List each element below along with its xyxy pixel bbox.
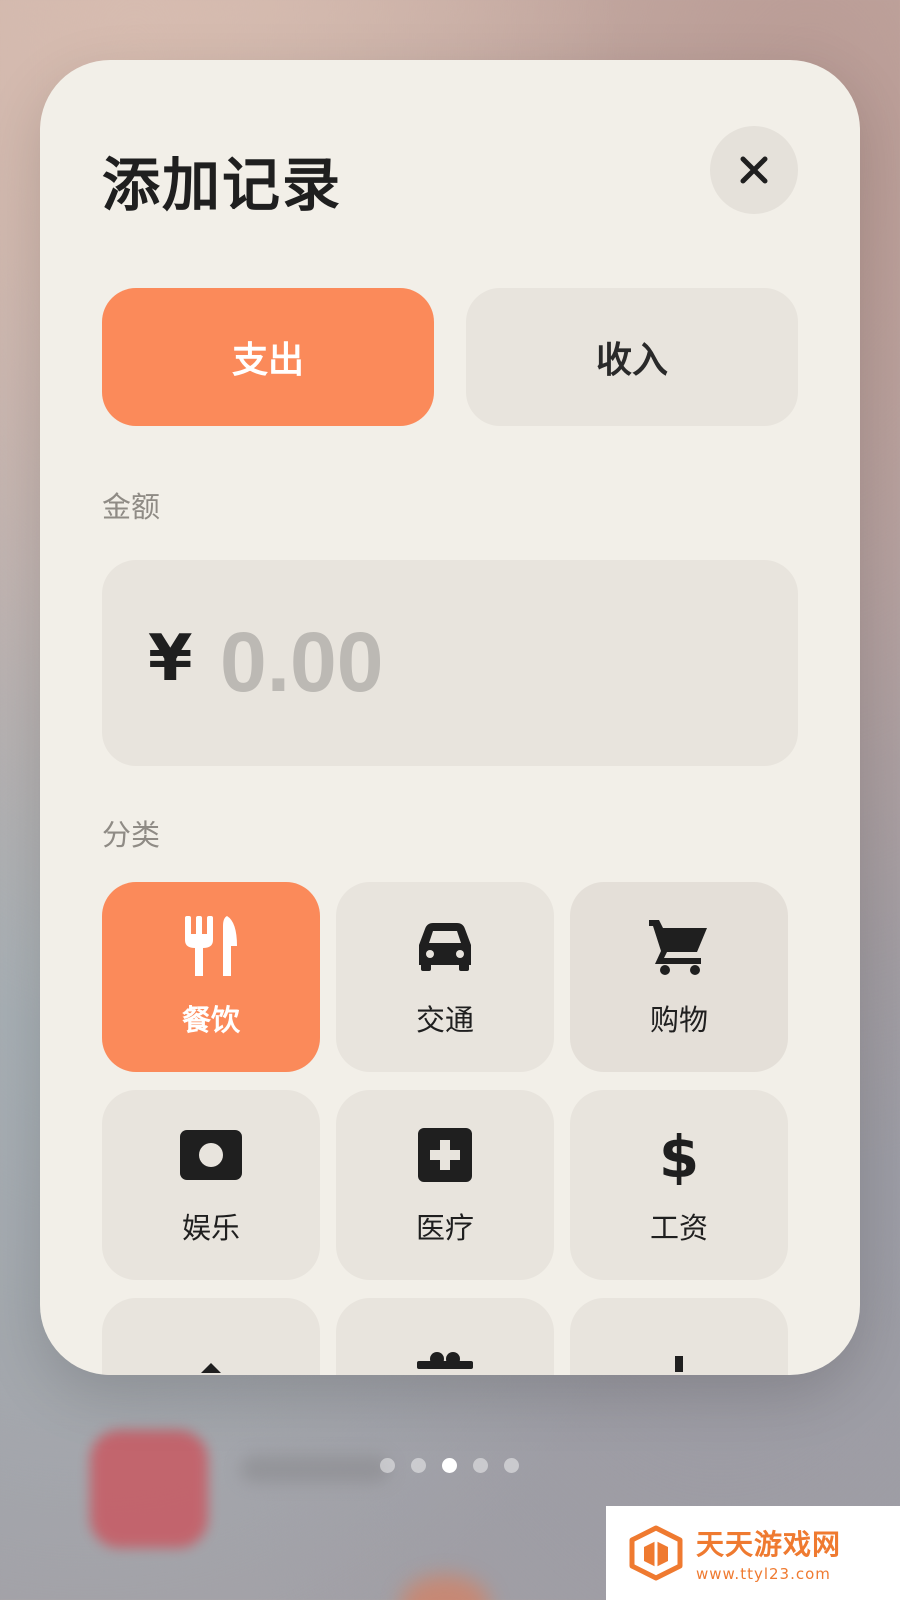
income-tab-label: 收入 xyxy=(595,340,668,381)
category-item-label: 餐饮 xyxy=(181,1003,240,1037)
category-item-partial[interactable] xyxy=(336,1298,554,1375)
category-item-label: 娱乐 xyxy=(181,1211,240,1245)
expense-tab-label: 支出 xyxy=(231,340,304,381)
svg-text:$: $ xyxy=(659,1125,699,1185)
plus-icon xyxy=(647,1332,711,1375)
watermark-url: www.ttyl23.com xyxy=(696,1565,831,1583)
close-icon xyxy=(740,156,768,184)
page-dot[interactable] xyxy=(380,1458,395,1473)
page-dot[interactable] xyxy=(411,1458,426,1473)
currency-symbol: ¥ xyxy=(148,622,193,696)
category-item-label: 工资 xyxy=(649,1211,708,1245)
amount-field[interactable]: ¥ xyxy=(102,560,798,766)
category-item-medical[interactable]: 医疗 xyxy=(336,1090,554,1280)
page-dot[interactable] xyxy=(504,1458,519,1473)
page-dot-active[interactable] xyxy=(442,1458,457,1473)
watermark-logo-icon xyxy=(629,1525,683,1581)
category-item-entertainment[interactable]: 娱乐 xyxy=(102,1090,320,1280)
category-item-transport[interactable]: 交通 xyxy=(336,882,554,1072)
amount-input[interactable] xyxy=(220,602,760,722)
medical-cross-icon xyxy=(413,1123,477,1187)
close-button[interactable] xyxy=(710,126,798,214)
category-item-salary[interactable]: $ 工资 xyxy=(570,1090,788,1280)
category-item-partial[interactable] xyxy=(570,1298,788,1375)
fork-knife-icon xyxy=(179,915,243,979)
category-item-label: 医疗 xyxy=(415,1211,474,1245)
watermark-title: 天天游戏网 xyxy=(696,1528,842,1561)
category-item-label: 交通 xyxy=(415,1003,474,1037)
category-label: 分类 xyxy=(102,818,161,852)
entertainment-icon xyxy=(179,1123,243,1187)
shopping-cart-icon xyxy=(647,915,711,979)
dialog-title: 添加记录 xyxy=(102,151,343,219)
category-item-shopping[interactable]: 购物 xyxy=(570,882,788,1072)
page-indicator xyxy=(380,1458,519,1473)
gift-icon xyxy=(413,1328,477,1375)
background-app-label xyxy=(240,1455,390,1483)
background-blur-shape xyxy=(400,1575,490,1600)
category-item-partial[interactable] xyxy=(102,1298,320,1375)
category-item-label: 购物 xyxy=(649,1003,708,1037)
page-dot[interactable] xyxy=(473,1458,488,1473)
dollar-icon: $ xyxy=(647,1123,711,1187)
add-record-dialog: 添加记录 支出 收入 金额 ¥ 分类 餐饮 xyxy=(40,60,860,1375)
partial-category-icon xyxy=(179,1336,243,1375)
income-tab[interactable]: 收入 xyxy=(466,288,798,426)
car-icon xyxy=(413,915,477,979)
amount-label: 金额 xyxy=(102,490,161,524)
watermark: 天天游戏网 www.ttyl23.com xyxy=(606,1506,900,1600)
background-app-icon xyxy=(90,1430,208,1548)
expense-tab[interactable]: 支出 xyxy=(102,288,434,426)
category-item-dining[interactable]: 餐饮 xyxy=(102,882,320,1072)
